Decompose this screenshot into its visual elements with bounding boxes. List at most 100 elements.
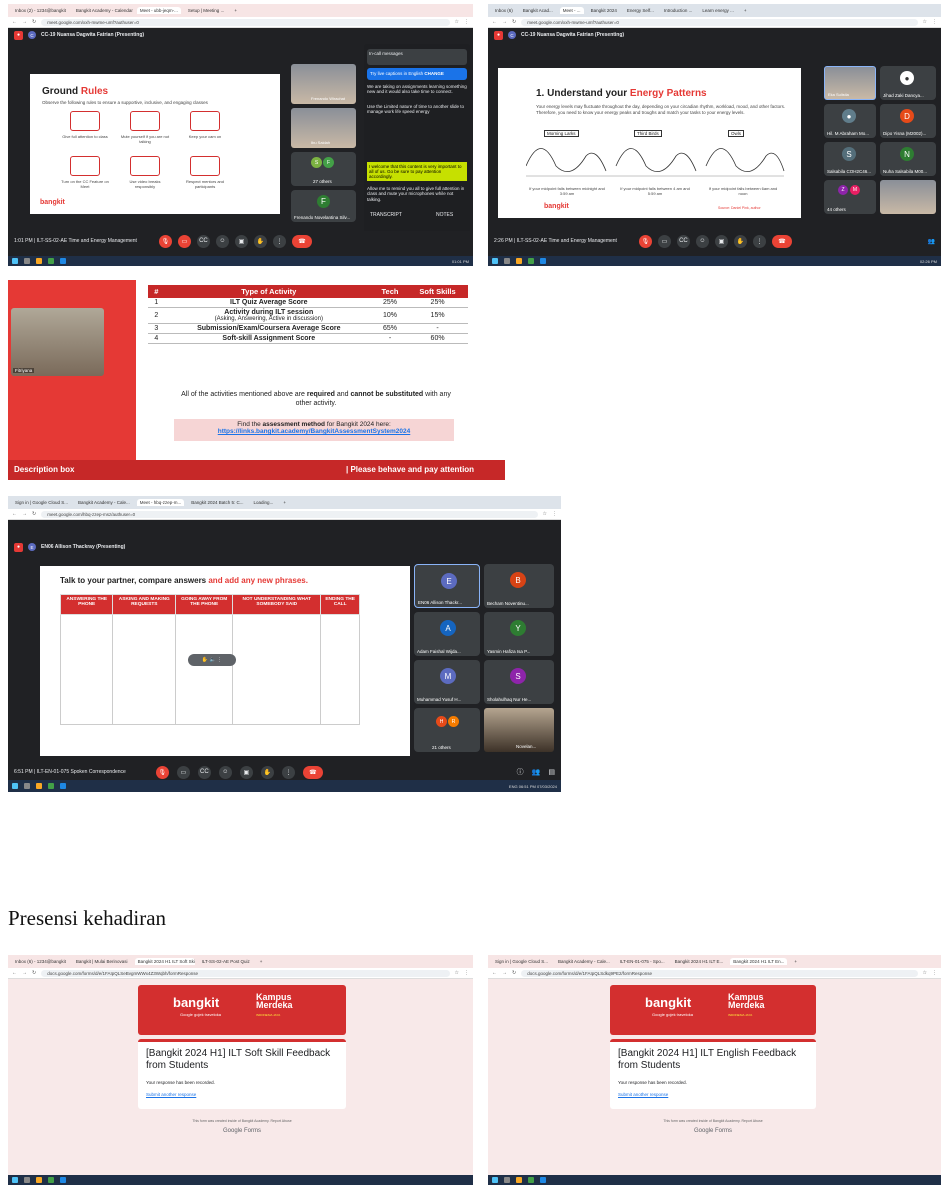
participant-video[interactable]	[880, 180, 936, 214]
windows-icon[interactable]	[12, 1177, 18, 1183]
back-icon[interactable]: ←	[12, 19, 17, 25]
star-icon[interactable]: ☆	[543, 511, 547, 517]
participant-tile[interactable]: ● Jihad Zaki Dancya...	[880, 66, 936, 100]
raise-hand-icon[interactable]: ✋	[253, 234, 267, 248]
browser-tab[interactable]: Learn energy ...	[699, 7, 737, 14]
search-icon[interactable]	[24, 258, 30, 264]
raise-hand-icon[interactable]: ✋	[733, 234, 747, 248]
chrome-icon[interactable]	[528, 258, 534, 264]
search-icon[interactable]	[504, 1177, 510, 1183]
presenter-video[interactable]	[11, 308, 104, 376]
folder-icon[interactable]	[36, 258, 42, 264]
speaker-controls[interactable]: ✋ 🔈 ⋮	[188, 654, 236, 666]
folder-icon[interactable]	[516, 1177, 522, 1183]
windows-icon[interactable]	[12, 783, 18, 789]
browser-tab[interactable]: Bangkit 2024 Batch 5: C...	[188, 499, 246, 506]
star-icon[interactable]: ☆	[923, 970, 927, 976]
submit-another-link[interactable]: Submit another response	[146, 1092, 196, 1097]
emoji-icon[interactable]: ☺	[218, 765, 232, 779]
caption-banner[interactable]: Try live captions in English CHANGE	[367, 68, 467, 80]
new-tab-button[interactable]: +	[280, 499, 289, 506]
participant-tile[interactable]: S Sholahulhaq Nur He...	[484, 660, 554, 704]
forward-icon[interactable]: →	[502, 19, 507, 25]
chrome-icon[interactable]	[48, 783, 54, 789]
raise-hand-icon[interactable]: ✋	[260, 765, 274, 779]
participant-tile[interactable]: D Dipo Yisna (M2002)...	[880, 104, 936, 138]
app-icon[interactable]	[540, 1177, 546, 1183]
assessment-link[interactable]: https://links.bangkit.academy/BangkitAss…	[218, 428, 411, 435]
star-icon[interactable]: ☆	[455, 19, 459, 25]
browser-tab[interactable]: Inbox (6) - 1234@bangkit	[12, 958, 69, 965]
browser-tab[interactable]: Bangkit 2024 H1 ILT E...	[672, 958, 727, 965]
star-icon[interactable]: ☆	[455, 970, 459, 976]
browser-tab[interactable]: Sign in | Google Cloud S...	[492, 958, 551, 965]
new-tab-button[interactable]: +	[741, 7, 750, 14]
browser-tab[interactable]: Bangkit Academy - Cale...	[555, 958, 613, 965]
mic-icon[interactable]: 🎙	[155, 765, 169, 779]
change-button[interactable]: CHANGE	[424, 71, 444, 76]
participant-tile[interactable]: E EN06 Allison Thackr...	[414, 564, 480, 608]
windows-icon[interactable]	[492, 1177, 498, 1183]
browser-tab[interactable]: Bangkit 2024	[588, 7, 620, 14]
browser-tab[interactable]: Bangkit | Mulai Berinovasi	[73, 958, 131, 965]
emoji-icon[interactable]: ☺	[215, 234, 229, 248]
windows-icon[interactable]	[492, 258, 498, 264]
browser-tab[interactable]: Introduction ...	[661, 7, 696, 14]
submit-another-link[interactable]: Submit another response	[618, 1092, 668, 1097]
people-icon[interactable]: 👥	[928, 238, 935, 245]
folder-icon[interactable]	[516, 258, 522, 264]
participant-tile[interactable]: F Frenando Novelantina Silv...	[291, 190, 356, 222]
browser-tab[interactable]: Bangkit Academy - Calendar	[73, 7, 133, 14]
transcript-button[interactable]: TRANSCRIPT	[370, 212, 402, 218]
url-field[interactable]: meet.google.com/hbq-zzep-msz/authuser=0	[41, 510, 538, 518]
windows-icon[interactable]	[12, 258, 18, 264]
browser-tab[interactable]: Meet - ubb-jeqm-...	[136, 7, 181, 14]
present-icon[interactable]: ▣	[714, 234, 728, 248]
more-icon[interactable]: ⋮	[752, 234, 766, 248]
search-icon[interactable]	[24, 783, 30, 789]
others-tile[interactable]: Z M 44 others	[824, 180, 876, 214]
end-call-icon[interactable]: ☎	[291, 234, 312, 248]
browser-tab[interactable]: Meet - ...	[559, 7, 584, 14]
end-call-icon[interactable]: ☎	[302, 765, 323, 779]
browser-tab[interactable]: Bangkit Acad...	[520, 7, 556, 14]
people-icon[interactable]: 👥	[532, 768, 541, 776]
chrome-icon[interactable]	[48, 258, 54, 264]
menu-icon[interactable]: ⋮	[464, 19, 469, 25]
captions-icon[interactable]: CC	[676, 234, 690, 248]
browser-tab[interactable]: Inbox (6)	[492, 7, 516, 14]
back-icon[interactable]: ←	[12, 970, 17, 976]
url-field[interactable]: docs.google.com/forms/d/e/1FAIpQLSdkq9PE…	[521, 969, 918, 977]
participant-tile[interactable]: Y Yasmin Hafiza Isa P...	[484, 612, 554, 656]
new-tab-button[interactable]: +	[257, 958, 266, 965]
camera-icon[interactable]: ▭	[176, 765, 190, 779]
search-icon[interactable]	[504, 258, 510, 264]
browser-tab[interactable]: Inbox (2) - 1234@bangkit	[12, 7, 69, 14]
url-field[interactable]: meet.google.com/xxh-mwme-umf?authuser=0	[41, 18, 450, 26]
emoji-icon[interactable]: ☺	[695, 234, 709, 248]
end-call-icon[interactable]: ☎	[771, 234, 792, 248]
browser-tab[interactable]: Energy Self...	[624, 7, 657, 14]
chrome-icon[interactable]	[528, 1177, 534, 1183]
browser-tab[interactable]: ILT-SS-02-AE Post Quiz	[199, 958, 253, 965]
menu-icon[interactable]: ⋮	[932, 970, 937, 976]
mic-icon[interactable]: 🎙	[638, 234, 652, 248]
browser-tab[interactable]: Sign in | Google Cloud S...	[12, 499, 71, 506]
reload-icon[interactable]: ↻	[32, 970, 36, 976]
back-icon[interactable]: ←	[492, 19, 497, 25]
participant-tile[interactable]: A Adam Faishal Wijda...	[414, 612, 480, 656]
browser-tab[interactable]: Bangkit 2024 H1 ILT Soft Skill	[134, 958, 195, 965]
participant-tile[interactable]: S Salsabila COH2C46...	[824, 142, 876, 176]
menu-icon[interactable]: ⋮	[932, 19, 937, 25]
forward-icon[interactable]: →	[22, 19, 27, 25]
participant-tile[interactable]: ● Hil. M Abraham Mo...	[824, 104, 876, 138]
search-icon[interactable]	[24, 1177, 30, 1183]
app-icon[interactable]	[60, 258, 66, 264]
menu-icon[interactable]: ⋮	[552, 511, 557, 517]
camera-icon[interactable]: ▭	[177, 234, 191, 248]
participant-tile[interactable]: M Muhammad Yusuf H...	[414, 660, 480, 704]
app-icon[interactable]	[60, 1177, 66, 1183]
new-tab-button[interactable]: +	[791, 958, 800, 965]
browser-tab[interactable]: Loading...	[251, 499, 277, 506]
captions-icon[interactable]: CC	[196, 234, 210, 248]
